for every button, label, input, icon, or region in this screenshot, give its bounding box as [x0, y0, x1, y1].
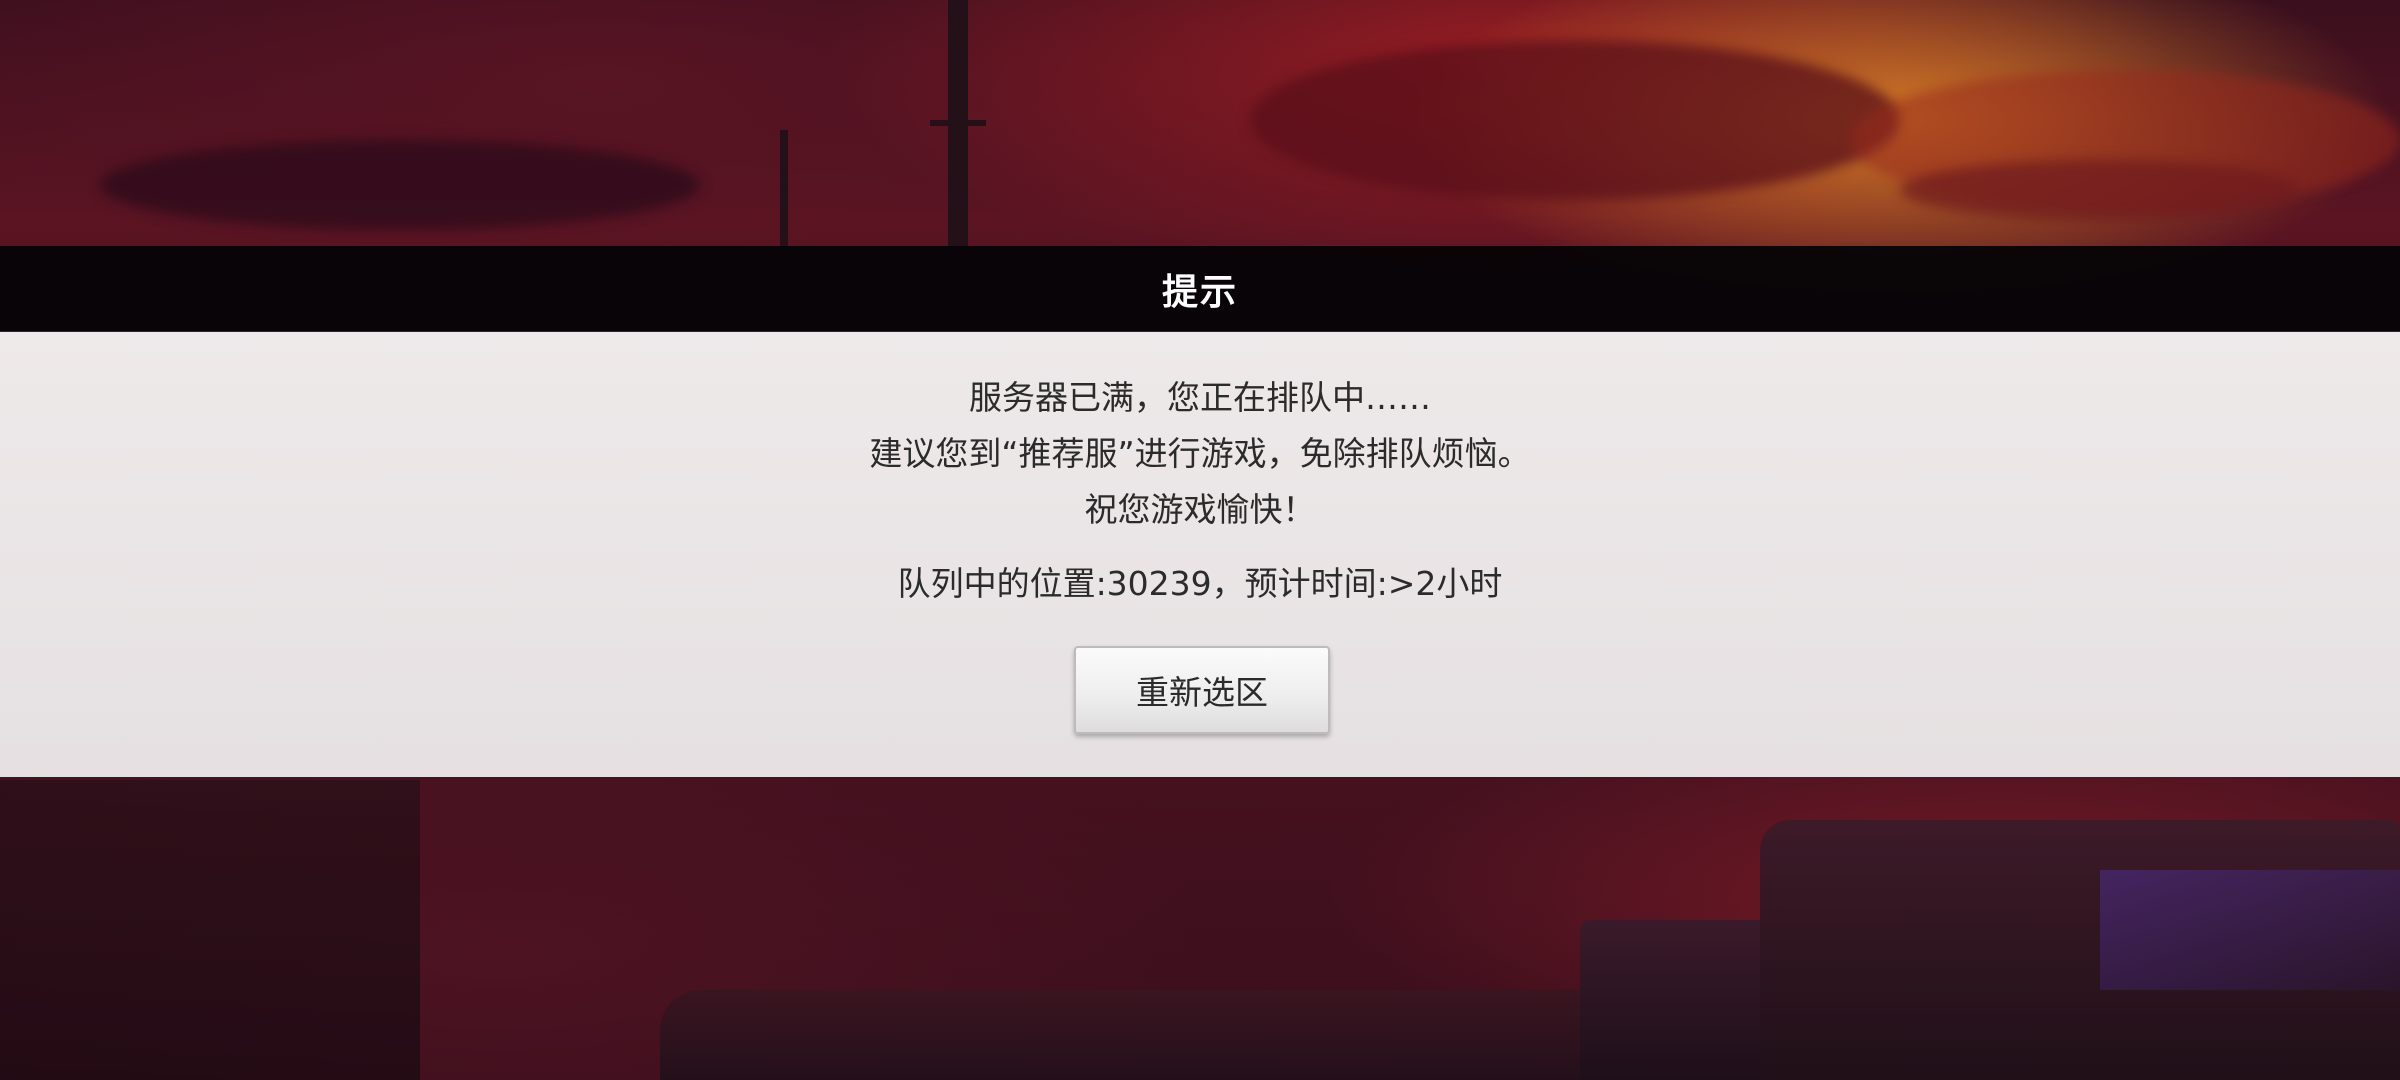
- rock-formation: [2100, 870, 2400, 990]
- recommendation-message: 建议您到“推荐服”进行游戏，免除排队烦恼。: [869, 434, 1531, 473]
- dialog-title-bar: 提示: [0, 246, 2400, 331]
- sky-cloud: [1900, 160, 2300, 220]
- dialog-title: 提示: [1161, 271, 1238, 313]
- sky-cloud: [100, 140, 700, 230]
- rock-formation: [660, 990, 1710, 1080]
- greeting-message: 祝您游戏愉快！: [1084, 490, 1316, 529]
- radio-tower-strut: [930, 120, 986, 126]
- server-full-message: 服务器已满，您正在排队中……: [969, 378, 1431, 417]
- server-full-dialog: 服务器已满，您正在排队中…… 建议您到“推荐服”进行游戏，免除排队烦恼。 祝您游…: [0, 332, 2400, 777]
- antenna: [780, 130, 788, 246]
- reselect-server-label: 重新选区: [1136, 673, 1268, 712]
- sky-cloud: [1250, 40, 1900, 200]
- ruined-building: [0, 780, 420, 1080]
- queue-status: 队列中的位置:30239，预计时间:>2小时: [897, 564, 1503, 603]
- reselect-server-button[interactable]: 重新选区: [1074, 646, 1330, 734]
